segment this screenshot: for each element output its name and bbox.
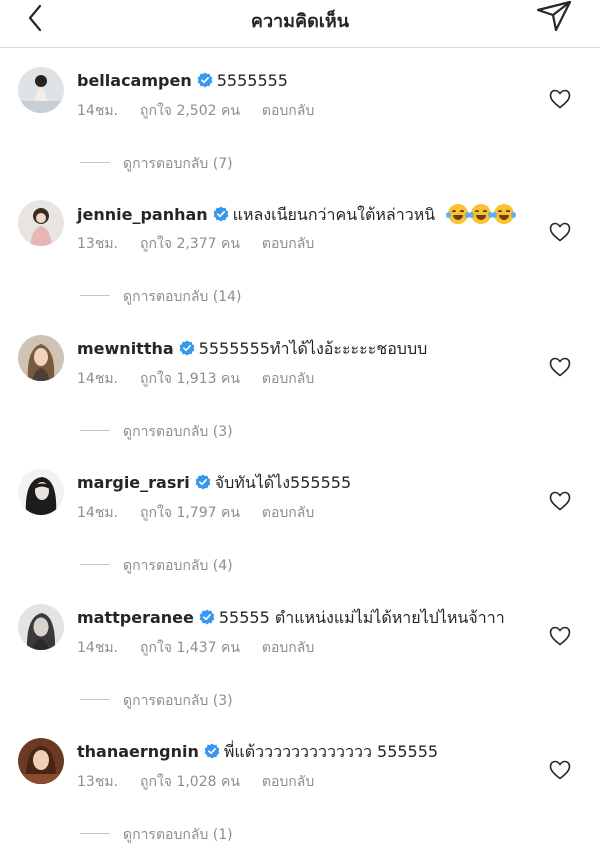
avatar[interactable] [18, 738, 64, 784]
view-replies-link[interactable]: ดูการตอบกลับ (4) [80, 555, 233, 577]
view-replies-label: ดูการตอบกลับ (1) [123, 827, 233, 843]
send-icon[interactable] [534, 0, 574, 34]
comment-line: margie_rasri จับทันได้ไง555555 [77, 473, 547, 493]
username[interactable]: margie_rasri [77, 473, 190, 492]
page-title: ความคิดเห็น [250, 11, 350, 32]
comment-text: 5555555 [216, 71, 288, 90]
comment-meta: 14ชม. ถูกใจ 1,797 คน ตอบกลับ [77, 502, 336, 524]
divider [80, 295, 110, 296]
username[interactable]: jennie_panhan [77, 205, 208, 224]
comment-line: bellacampen 5555555 [77, 71, 547, 91]
comment-line: mattperanee 55555 ตำแหน่งแม่ไม่ได้หายไปไห… [77, 608, 547, 628]
comment-text: พี่แต้ววววววววววววว 555555 [223, 742, 439, 761]
comment-meta: 13ชม. ถูกใจ 1,028 คน ตอบกลับ [77, 771, 336, 793]
comment-item: mattperanee 55555 ตำแหน่งแม่ไม่ได้หายไปไห… [0, 604, 600, 739]
top-bar: ความคิดเห็น [0, 0, 600, 48]
view-replies-label: ดูการตอบกลับ (3) [123, 693, 233, 709]
view-replies-link[interactable]: ดูการตอบกลับ (7) [80, 153, 233, 175]
comment-item: mewnittha 5555555ทำได้ไงอ้ะะะะะชอบบบ 14ชม… [0, 335, 600, 470]
tears-of-joy-emoji-icon [492, 204, 517, 224]
avatar[interactable] [18, 469, 64, 515]
likes-count[interactable]: ถูกใจ 1,437 คน [140, 640, 240, 656]
view-replies-label: ดูการตอบกลับ (4) [123, 558, 233, 574]
verified-badge-icon [195, 474, 211, 490]
avatar[interactable] [18, 200, 64, 246]
reply-button[interactable]: ตอบกลับ [262, 640, 314, 656]
tears-of-joy-emoji-icon [469, 204, 494, 224]
likes-count[interactable]: ถูกใจ 1,028 คน [140, 774, 240, 790]
likes-count[interactable]: ถูกใจ 2,377 คน [140, 236, 240, 252]
heart-icon[interactable] [549, 222, 571, 242]
likes-count[interactable]: ถูกใจ 2,502 คน [140, 103, 240, 119]
divider [80, 833, 110, 834]
view-replies-link[interactable]: ดูการตอบกลับ (14) [80, 286, 241, 308]
view-replies-link[interactable]: ดูการตอบกลับ (3) [80, 421, 233, 443]
view-replies-label: ดูการตอบกลับ (14) [123, 289, 242, 305]
divider [80, 430, 110, 431]
view-replies-link[interactable]: ดูการตอบกลับ (3) [80, 690, 233, 712]
username[interactable]: thanaerngnin [77, 742, 199, 761]
avatar[interactable] [18, 604, 64, 650]
comment-item: thanaerngnin พี่แต้ววววววววววววว 555555 1… [0, 738, 600, 854]
divider [80, 699, 110, 700]
comment-time: 13ชม. [77, 236, 118, 252]
avatar[interactable] [18, 67, 64, 113]
comment-text: จับทันได้ไง555555 [214, 473, 352, 492]
divider [80, 162, 110, 163]
verified-badge-icon [197, 72, 213, 88]
comment-text: 55555 ตำแหน่งแม่ไม่ได้หายไปไหนจ้าาา [218, 608, 505, 627]
comment-time: 14ชม. [77, 505, 118, 521]
verified-badge-icon [179, 340, 195, 356]
view-replies-label: ดูการตอบกลับ (3) [123, 424, 233, 440]
username[interactable]: mattperanee [77, 608, 194, 627]
verified-badge-icon [204, 743, 220, 759]
username[interactable]: bellacampen [77, 71, 192, 90]
reply-button[interactable]: ตอบกลับ [262, 371, 314, 387]
comment-line: thanaerngnin พี่แต้ววววววววววววว 555555 [77, 742, 547, 762]
comment-text: แหลงเนียนกว่าคนใต้หล่าวหนิ [232, 205, 436, 224]
comment-text: 5555555ทำได้ไงอ้ะะะะะชอบบบ [198, 339, 428, 358]
reply-button[interactable]: ตอบกลับ [262, 103, 314, 119]
comment-time: 14ชม. [77, 103, 118, 119]
username[interactable]: mewnittha [77, 339, 174, 358]
comment-time: 13ชม. [77, 774, 118, 790]
heart-icon[interactable] [549, 626, 571, 646]
verified-badge-icon [213, 206, 229, 222]
avatar[interactable] [18, 335, 64, 381]
view-replies-link[interactable]: ดูการตอบกลับ (1) [80, 824, 233, 846]
comment-meta: 14ชม. ถูกใจ 1,437 คน ตอบกลับ [77, 637, 336, 659]
heart-icon[interactable] [549, 357, 571, 377]
comment-item: jennie_panhan แหลงเนียนกว่าคนใต้หล่าวหนิ … [0, 200, 600, 335]
reply-button[interactable]: ตอบกลับ [262, 774, 314, 790]
reply-button[interactable]: ตอบกลับ [262, 236, 314, 252]
comment-meta: 14ชม. ถูกใจ 1,913 คน ตอบกลับ [77, 368, 336, 390]
heart-icon[interactable] [549, 89, 571, 109]
heart-icon[interactable] [549, 760, 571, 780]
heart-icon[interactable] [549, 491, 571, 511]
comment-time: 14ชม. [77, 371, 118, 387]
comment-time: 14ชม. [77, 640, 118, 656]
comment-meta: 13ชม. ถูกใจ 2,377 คน ตอบกลับ [77, 233, 336, 255]
likes-count[interactable]: ถูกใจ 1,913 คน [140, 371, 240, 387]
verified-badge-icon [199, 609, 215, 625]
tears-of-joy-emoji-icon [446, 204, 471, 224]
comment-line: jennie_panhan แหลงเนียนกว่าคนใต้หล่าวหนิ [77, 204, 547, 225]
reply-button[interactable]: ตอบกลับ [262, 505, 314, 521]
comment-line: mewnittha 5555555ทำได้ไงอ้ะะะะะชอบบบ [77, 339, 547, 359]
divider [80, 564, 110, 565]
comment-meta: 14ชม. ถูกใจ 2,502 คน ตอบกลับ [77, 100, 336, 122]
comment-item: margie_rasri จับทันได้ไง555555 14ชม. ถูกใจ… [0, 469, 600, 604]
view-replies-label: ดูการตอบกลับ (7) [123, 156, 233, 172]
comment-item: bellacampen 5555555 14ชม. ถูกใจ 2,502 คน ตอ… [0, 67, 600, 202]
likes-count[interactable]: ถูกใจ 1,797 คน [140, 505, 240, 521]
